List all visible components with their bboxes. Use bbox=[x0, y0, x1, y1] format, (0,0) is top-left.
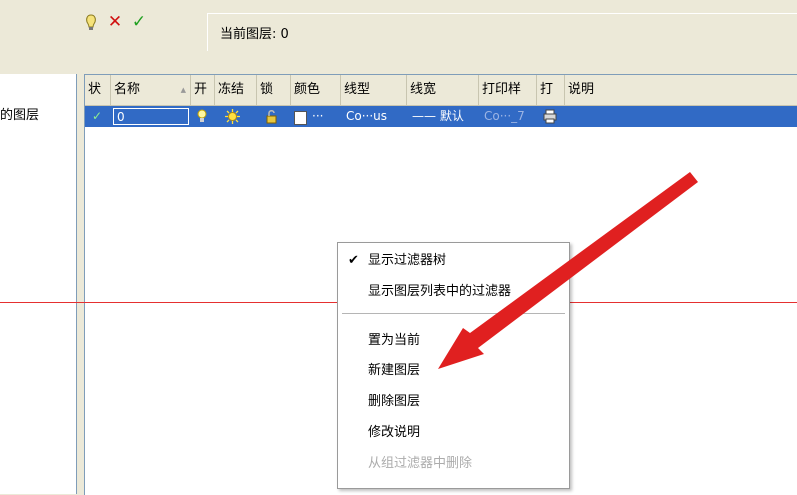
column-header-lock[interactable]: 锁 bbox=[257, 75, 291, 105]
set-current-icon[interactable]: ✓ bbox=[130, 12, 148, 32]
column-header-on[interactable]: 开 bbox=[191, 75, 215, 105]
color-swatch[interactable] bbox=[294, 111, 307, 125]
current-layer-label: 当前图层: 0 bbox=[220, 27, 289, 42]
unlock-icon[interactable] bbox=[265, 109, 279, 128]
row-status: ✓ bbox=[92, 109, 103, 123]
column-header-name-label: 名称 bbox=[114, 82, 141, 97]
menu-item-label: 修改说明 bbox=[368, 425, 421, 440]
current-layer-display: 当前图层: 0 bbox=[207, 13, 797, 51]
menu-item-modify-description[interactable]: 修改说明 bbox=[338, 419, 569, 446]
menu-item-show-filters-in-list[interactable]: 显示图层列表中的过滤器 bbox=[338, 278, 569, 305]
toolbar: ✕ ✓ 当前图层: 0 bbox=[0, 0, 797, 62]
layer-name-input[interactable]: 0 bbox=[113, 108, 189, 125]
menu-item-label: 删除图层 bbox=[368, 394, 421, 409]
toolbar-icons: ✕ ✓ bbox=[82, 10, 148, 34]
menu-item-remove-from-group-filter: 从组过滤器中删除 bbox=[338, 450, 569, 477]
thaw-sun-icon[interactable] bbox=[225, 109, 240, 128]
menu-separator bbox=[342, 313, 565, 314]
menu-item-delete-layer[interactable]: 删除图层 bbox=[338, 388, 569, 415]
menu-item-label: 从组过滤器中删除 bbox=[368, 456, 473, 471]
column-header-name[interactable]: 名称 ▲ bbox=[111, 75, 191, 105]
column-header-color[interactable]: 颜色 bbox=[291, 75, 341, 105]
menu-item-label: 显示图层列表中的过滤器 bbox=[368, 284, 512, 299]
menu-item-new-layer[interactable]: 新建图层 bbox=[338, 357, 569, 384]
row-lineweight[interactable]: —— 默认 bbox=[409, 106, 479, 127]
column-header-description[interactable]: 说明 bbox=[565, 75, 797, 105]
menu-item-label: 新建图层 bbox=[368, 363, 421, 378]
table-row[interactable]: ✓ 0 ··· Co···us —— 默认 Co···_7 bbox=[85, 106, 797, 127]
delete-icon[interactable]: ✕ bbox=[106, 12, 124, 32]
column-header-plot-style[interactable]: 打印样 bbox=[479, 75, 537, 105]
column-header-linetype[interactable]: 线型 bbox=[341, 75, 407, 105]
menu-item-label: 显示过滤器树 bbox=[368, 253, 447, 268]
plot-printer-icon[interactable] bbox=[543, 109, 557, 128]
check-icon: ✔ bbox=[348, 253, 359, 268]
menu-item-show-filter-tree[interactable]: ✔ 显示过滤器树 bbox=[338, 247, 569, 274]
column-header-freeze[interactable]: 冻结 bbox=[215, 75, 257, 105]
row-plot-style: Co···_7 bbox=[484, 109, 525, 123]
context-menu: ✔ 显示过滤器树 显示图层列表中的过滤器 置为当前 新建图层 删除图层 修改说明… bbox=[337, 242, 570, 489]
tree-item-all-layers[interactable]: 的图层 bbox=[0, 104, 39, 123]
sort-arrow-icon: ▲ bbox=[180, 86, 186, 94]
column-header-plot[interactable]: 打 bbox=[537, 75, 565, 105]
filter-tree-panel[interactable]: 的图层 bbox=[0, 74, 77, 494]
column-header-status[interactable]: 状 bbox=[85, 75, 111, 105]
new-layer-icon[interactable] bbox=[82, 12, 100, 32]
menu-item-label: 置为当前 bbox=[368, 333, 421, 348]
menu-item-set-current[interactable]: 置为当前 bbox=[338, 327, 569, 354]
row-color-name[interactable]: ··· bbox=[309, 106, 339, 127]
row-linetype[interactable]: Co···us bbox=[343, 106, 407, 127]
column-header-lineweight[interactable]: 线宽 bbox=[407, 75, 479, 105]
layer-table-header: 状 名称 ▲ 开 冻结 锁 颜色 线型 线宽 打印样 打 说明 bbox=[85, 75, 797, 106]
on-lightbulb-icon[interactable] bbox=[197, 109, 207, 128]
